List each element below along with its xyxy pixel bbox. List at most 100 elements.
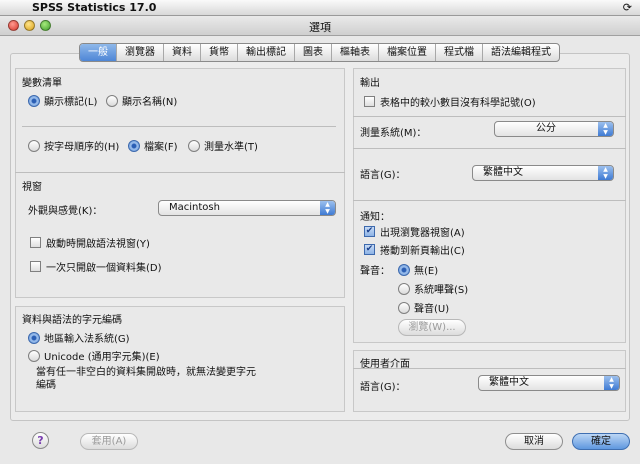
help-icon[interactable]: ?: [32, 432, 49, 449]
output-title: 輸出: [360, 78, 380, 89]
sound-label: 聲音：: [360, 262, 390, 277]
encoding-note-line1: 當有任一非空白的資料集開啟時，就無法變更字元: [36, 367, 256, 378]
unicode-encoding-label: Unicode (通用字元集)(E): [44, 352, 160, 363]
popup-viewer-checkbox[interactable]: ✔ 出現瀏覽器視窗(A): [364, 224, 465, 239]
ui-language-label-text: 語言(G)：: [360, 382, 406, 393]
open-syntax-checkbox[interactable]: 啟動時開啟語法視窗(Y): [30, 235, 150, 250]
radio-icon: [398, 301, 410, 314]
divider: [15, 172, 345, 173]
measurement-level-radio[interactable]: 測量水準(T): [188, 138, 258, 153]
ok-button[interactable]: 確定: [572, 433, 630, 450]
open-one-dataset-label: 一次只開啟一個資料集(D): [46, 263, 162, 274]
popup-viewer-label: 出現瀏覽器視窗(A): [380, 228, 465, 239]
radio-icon: [188, 139, 200, 152]
file-order-radio[interactable]: 檔案(F): [128, 138, 178, 153]
scroll-new-output-checkbox[interactable]: ✔ 捲動到新頁輸出(C): [364, 242, 465, 257]
chevron-updown-icon: ▲ ▼: [598, 166, 613, 180]
checkbox-checked-icon: ✔: [364, 244, 375, 255]
cancel-button[interactable]: 取消: [505, 433, 563, 450]
tab-viewer[interactable]: 瀏覽器: [116, 44, 163, 61]
options-tab-bar: 一般 瀏覽器 資料 貨幣 輸出標記 圖表 樞軸表 檔案位置 程式檔 語法編輯程式: [79, 43, 560, 62]
output-language-select[interactable]: 繁體中文 ▲ ▼: [472, 165, 614, 181]
divider: [22, 126, 336, 127]
look-feel-select[interactable]: Macintosh ▲ ▼: [158, 200, 336, 216]
unicode-encoding-radio[interactable]: Unicode (通用字元集)(E): [28, 348, 160, 363]
encoding-title: 資料與語法的字元編碼: [22, 315, 122, 326]
tab-syntax-editor[interactable]: 語法編輯程式: [482, 44, 559, 61]
measurement-system-select[interactable]: 公分 ▲ ▼: [494, 121, 614, 137]
sound-system-label: 系統嗶聲(S): [414, 285, 469, 296]
tab-currency[interactable]: 貨幣: [200, 44, 237, 61]
display-names-label: 顯示名稱(N): [122, 97, 178, 108]
radio-icon: [398, 282, 410, 295]
encoding-note: 當有任一非空白的資料集開啟時，就無法變更字元 編碼: [36, 366, 256, 392]
ui-language-value: 繁體中文: [489, 377, 529, 388]
display-names-radio[interactable]: 顯示名稱(N): [106, 93, 177, 108]
sound-none-label: 無(E): [414, 266, 439, 277]
window-title-bar: 選項: [0, 16, 640, 36]
alphabetical-radio[interactable]: 按字母順序的(H): [28, 138, 119, 153]
ui-language-select[interactable]: 繁體中文 ▲ ▼: [478, 375, 620, 391]
notify-label: 通知：: [360, 208, 390, 223]
radio-icon: [106, 94, 118, 107]
app-name-menu[interactable]: SPSS Statistics 17.0: [32, 1, 156, 14]
look-feel-label: 外觀與感覺(K)：: [28, 202, 102, 217]
tab-scripts[interactable]: 程式檔: [435, 44, 482, 61]
radio-selected-icon: [398, 263, 410, 276]
display-labels-radio[interactable]: 顯示標記(L): [28, 93, 97, 108]
tab-charts[interactable]: 圖表: [294, 44, 331, 61]
open-one-dataset-checkbox[interactable]: 一次只開啟一個資料集(D): [30, 259, 162, 274]
radio-selected-icon: [28, 94, 40, 107]
output-language-label: 語言(G)：: [360, 166, 406, 181]
measurement-system-label-text: 測量系統(M)：: [360, 128, 427, 139]
sound-label-text: 聲音：: [360, 266, 390, 277]
divider: [353, 368, 626, 369]
window-title: 選項: [309, 21, 331, 34]
sound-file-label: 聲音(U): [414, 304, 450, 315]
chevron-updown-icon: ▲ ▼: [604, 376, 619, 390]
windows-title: 視窗: [22, 182, 42, 193]
measurement-level-label: 測量水準(T): [204, 142, 258, 153]
tab-general[interactable]: 一般: [80, 44, 116, 61]
radio-icon: [28, 139, 40, 152]
divider: [353, 148, 626, 149]
sound-file-radio[interactable]: 聲音(U): [398, 300, 449, 315]
measurement-system-label: 測量系統(M)：: [360, 124, 426, 139]
chevron-updown-icon: ▲ ▼: [598, 122, 613, 136]
variable-list-title: 變數清單: [22, 78, 62, 89]
measurement-system-value: 公分: [536, 123, 556, 134]
output-language-value: 繁體中文: [483, 167, 523, 178]
radio-selected-icon: [128, 139, 140, 152]
locale-encoding-radio[interactable]: 地區輸入法系統(G): [28, 330, 130, 345]
tab-file-locations[interactable]: 檔案位置: [378, 44, 435, 61]
chevron-updown-icon: ▲ ▼: [320, 201, 335, 215]
sound-system-radio[interactable]: 系統嗶聲(S): [398, 281, 468, 296]
file-order-label: 檔案(F): [144, 142, 178, 153]
tab-data[interactable]: 資料: [163, 44, 200, 61]
notify-label-text: 通知：: [360, 212, 390, 223]
ui-language-label: 語言(G)：: [360, 378, 406, 393]
sync-icon[interactable]: ⟳: [623, 1, 632, 14]
checkbox-icon: [30, 261, 41, 272]
tab-pivot-tables[interactable]: 樞軸表: [331, 44, 378, 61]
display-labels-label: 顯示標記(L): [44, 97, 98, 108]
open-syntax-label: 啟動時開啟語法視窗(Y): [46, 239, 150, 250]
apply-button[interactable]: 套用(A): [80, 433, 138, 450]
checkbox-checked-icon: ✔: [364, 226, 375, 237]
radio-selected-icon: [28, 331, 40, 344]
tab-output-labels[interactable]: 輸出標記: [237, 44, 294, 61]
checkbox-icon: [364, 96, 375, 107]
look-feel-value: Macintosh: [169, 202, 220, 213]
output-language-label-text: 語言(G)：: [360, 170, 406, 181]
checkbox-icon: [30, 237, 41, 248]
locale-encoding-label: 地區輸入法系統(G): [44, 334, 130, 345]
sound-none-radio[interactable]: 無(E): [398, 262, 438, 277]
radio-icon: [28, 349, 40, 362]
divider: [353, 116, 626, 117]
no-scientific-label: 表格中的較小數目沒有科學記號(O): [380, 98, 536, 109]
no-scientific-checkbox[interactable]: 表格中的較小數目沒有科學記號(O): [364, 94, 536, 109]
browse-sound-button[interactable]: 瀏覽(W)...: [398, 319, 466, 336]
encoding-note-line2: 編碼: [36, 380, 56, 391]
alphabetical-label: 按字母順序的(H): [44, 142, 120, 153]
output-group: [353, 68, 626, 343]
